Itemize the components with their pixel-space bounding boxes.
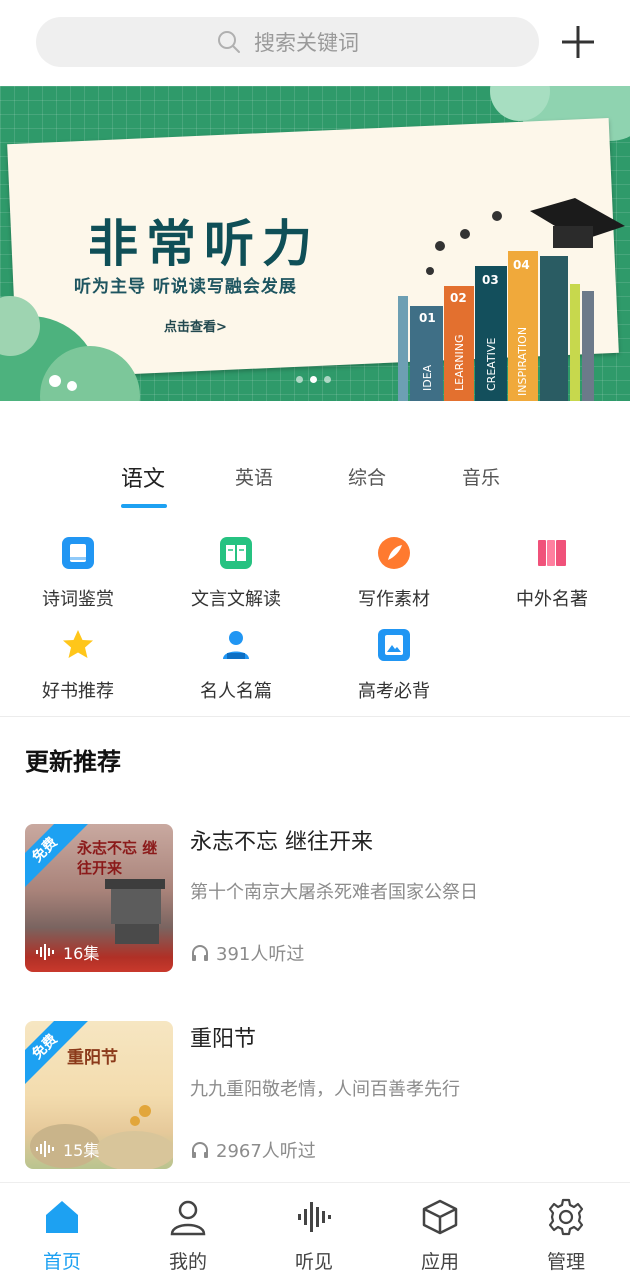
listen-count-text: 2967人听过 xyxy=(216,1141,316,1162)
carousel-dot xyxy=(324,376,331,383)
nav-manage[interactable]: 管理 xyxy=(521,1197,611,1274)
listen-count-text: 391人听过 xyxy=(216,944,305,965)
audio-wave-icon xyxy=(298,1202,331,1232)
open-book-icon xyxy=(220,537,252,569)
episode-count: 15集 xyxy=(35,1137,99,1161)
cube-icon xyxy=(422,1199,458,1235)
audio-wave-icon xyxy=(36,1141,54,1157)
nav-home[interactable]: 首页 xyxy=(17,1197,107,1274)
svg-text:01: 01 xyxy=(419,311,436,325)
nav-label: 我的 xyxy=(168,1251,207,1273)
item-title: 永志不忘 继往开来 xyxy=(190,830,373,855)
category-label: 写作素材 xyxy=(358,589,430,610)
svg-text:03: 03 xyxy=(482,273,499,287)
headphones-icon xyxy=(192,945,208,961)
svg-text:LEARNING: LEARNING xyxy=(453,335,466,391)
search-placeholder: 搜索关键词 xyxy=(254,31,359,55)
subject-tabs: 语文 英语 综合 音乐 xyxy=(0,455,630,510)
category-writing[interactable]: 写作素材 xyxy=(324,535,464,611)
banner-link[interactable]: 点击查看> xyxy=(164,316,227,335)
category-exam[interactable]: 高考必背 xyxy=(324,627,464,703)
category-classics[interactable]: 中外名著 xyxy=(482,535,622,611)
gear-icon xyxy=(548,1198,584,1236)
category-label: 好书推荐 xyxy=(42,681,114,702)
thumb-title: 重阳节 xyxy=(67,1048,118,1068)
episode-count: 16集 xyxy=(35,940,99,964)
search-icon xyxy=(218,31,240,53)
bottom-nav: 首页 我的 听见 应用 管理 xyxy=(0,1182,630,1280)
episode-count-text: 16集 xyxy=(63,944,100,963)
nav-label: 应用 xyxy=(420,1251,459,1273)
svg-text:IDEA: IDEA xyxy=(421,364,434,391)
headphones-icon xyxy=(192,1142,208,1158)
user-icon xyxy=(170,1200,206,1236)
category-label: 中外名著 xyxy=(516,589,588,610)
banner-title: 非常听力 xyxy=(88,215,320,273)
item-thumbnail: 永志不忘 继往开来 免费 16集 xyxy=(25,824,173,972)
nav-listen[interactable]: 听见 xyxy=(269,1197,359,1274)
tab-english[interactable]: 英语 xyxy=(235,463,273,490)
category-label: 诗词鉴赏 xyxy=(42,589,114,610)
promo-banner[interactable]: 01 02 03 04 IDEA LEARNING CREATIVE INSPI… xyxy=(0,86,630,401)
svg-text:CREATIVE: CREATIVE xyxy=(485,338,498,391)
feather-icon xyxy=(378,537,410,569)
section-divider xyxy=(0,716,630,717)
category-label: 高考必背 xyxy=(358,681,430,702)
search-input[interactable]: 搜索关键词 xyxy=(36,17,539,67)
add-icon[interactable] xyxy=(558,22,598,62)
category-famous[interactable]: 名人名篇 xyxy=(166,627,306,703)
books-icon xyxy=(538,540,566,566)
home-icon xyxy=(46,1201,78,1233)
nav-label: 首页 xyxy=(42,1251,81,1273)
list-item[interactable]: 永志不忘 继往开来 免费 16集 永志不忘 继往开来 第十个南京大屠杀死难者国家… xyxy=(0,824,630,974)
image-icon xyxy=(378,629,410,661)
nav-label: 听见 xyxy=(294,1251,333,1273)
star-icon xyxy=(63,630,93,658)
item-title: 重阳节 xyxy=(190,1027,257,1052)
carousel-dot xyxy=(296,376,303,383)
item-thumbnail: 重阳节 免费 15集 xyxy=(25,1021,173,1169)
tab-general[interactable]: 综合 xyxy=(348,463,386,490)
nav-apps[interactable]: 应用 xyxy=(395,1197,485,1274)
listen-count: 391人听过 xyxy=(190,940,304,966)
category-book-rec[interactable]: 好书推荐 xyxy=(8,627,148,703)
book-icon xyxy=(62,537,94,569)
active-tab-indicator xyxy=(121,504,167,508)
carousel-dot-active xyxy=(310,376,317,383)
category-label: 文言文解读 xyxy=(191,589,281,610)
thumb-title: 永志不忘 继往开来 xyxy=(77,839,158,877)
audio-wave-icon xyxy=(36,944,54,960)
person-icon xyxy=(223,631,249,659)
section-title: 更新推荐 xyxy=(25,748,121,776)
category-label: 名人名篇 xyxy=(200,681,272,702)
item-desc: 九九重阳敬老情，人间百善孝先行 xyxy=(190,1079,460,1100)
category-poetry[interactable]: 诗词鉴赏 xyxy=(8,535,148,611)
tab-music[interactable]: 音乐 xyxy=(462,463,500,490)
svg-text:02: 02 xyxy=(450,291,467,305)
svg-text:04: 04 xyxy=(513,258,530,272)
listen-count: 2967人听过 xyxy=(190,1137,316,1163)
top-bar: 搜索关键词 xyxy=(0,0,630,86)
tab-chinese[interactable]: 语文 xyxy=(121,461,165,493)
carousel-dots xyxy=(296,376,331,383)
banner-subtitle: 听为主导 听说读写融会发展 xyxy=(74,277,297,297)
episode-count-text: 15集 xyxy=(63,1141,100,1160)
list-item[interactable]: 重阳节 免费 15集 重阳节 九九重阳敬老情，人间百善孝先行 2967人听过 xyxy=(0,1021,630,1171)
nav-label: 管理 xyxy=(546,1251,585,1273)
item-desc: 第十个南京大屠杀死难者国家公祭日 xyxy=(190,882,478,903)
category-classical[interactable]: 文言文解读 xyxy=(166,535,306,611)
nav-mine[interactable]: 我的 xyxy=(143,1197,233,1274)
svg-text:INSPIRATION: INSPIRATION xyxy=(516,327,529,396)
